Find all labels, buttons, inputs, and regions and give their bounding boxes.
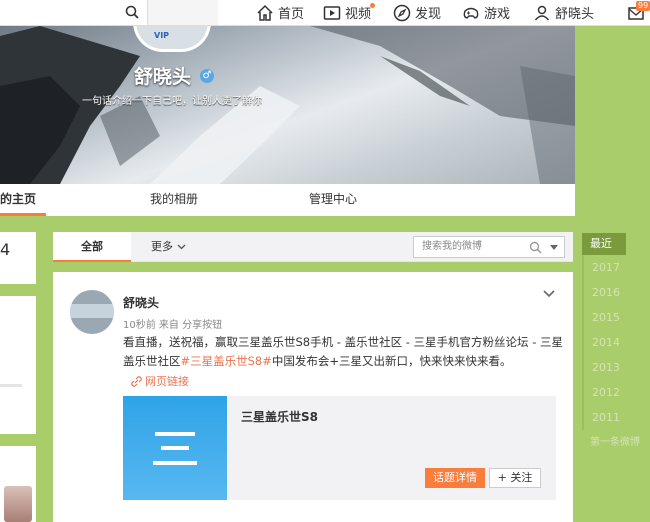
divider <box>0 384 22 387</box>
topic-icon <box>153 432 197 465</box>
nav-profile[interactable]: 舒晓头 <box>533 0 594 25</box>
post-hashtag[interactable]: #三星盖乐世S8# <box>181 354 272 368</box>
timeline-year-2016[interactable]: 2016 <box>582 280 642 305</box>
top-navigation-bar: 首页 视频 发现 游戏 舒晓头 99 <box>0 0 650 26</box>
timeline-recent[interactable]: 最近 <box>582 233 626 255</box>
nav-video[interactable]: 视频 <box>323 0 375 25</box>
search-icon[interactable] <box>125 5 139 19</box>
timeline-year-2013[interactable]: 2013 <box>582 355 642 380</box>
web-link-label: 网页链接 <box>145 375 189 388</box>
male-gender-icon: ♂ <box>200 69 214 83</box>
feed-search-input[interactable]: 搜索我的微博 <box>413 236 565 258</box>
home-icon <box>257 4 273 21</box>
follow-button[interactable]: + 关注 <box>489 468 541 488</box>
nav-messages[interactable]: 99 <box>627 0 650 25</box>
timeline-year-2011[interactable]: 2011 <box>582 405 642 430</box>
tab-my-home[interactable]: 的主页 <box>0 184 46 216</box>
chevron-down-icon[interactable] <box>543 290 555 298</box>
profile-cover: VIP 舒晓头 ♂ 一句话介绍一下自己吧，让别人更了解你 <box>0 26 575 184</box>
search-icon[interactable] <box>529 241 542 254</box>
game-icon <box>463 7 479 19</box>
year-timeline: 最近 2017 2016 2015 2014 2013 2012 2011 第一… <box>582 233 642 455</box>
feed-post: 舒晓头 10秒前 来自 分享按钮 看直播，送祝福，赢取三星盖乐世S8手机 - 盖… <box>53 272 573 522</box>
nav-profile-label: 舒晓头 <box>555 7 595 22</box>
timeline-first-post[interactable]: 第一条微博 <box>582 430 642 455</box>
notification-dot <box>370 3 375 8</box>
topic-card[interactable]: 三星盖乐世S8 话题详情 + 关注 <box>123 396 556 500</box>
nav-game[interactable]: 游戏 <box>462 0 510 25</box>
profile-intro[interactable]: 一句话介绍一下自己吧，让别人更了解你 <box>82 92 262 107</box>
profile-tab-bar: 的主页 我的相册 管理中心 <box>0 184 575 216</box>
post-meta: 10秒前 来自 分享按钮 <box>123 320 223 331</box>
tab-my-album[interactable]: 我的相册 <box>150 184 198 216</box>
nav-discover[interactable]: 发现 <box>393 0 441 25</box>
post-author-name[interactable]: 舒晓头 <box>123 294 159 311</box>
info-card <box>0 296 36 434</box>
caret-down-icon[interactable] <box>550 245 558 250</box>
timeline-year-2014[interactable]: 2014 <box>582 330 642 355</box>
nav-video-label: 视频 <box>345 7 372 22</box>
web-link[interactable]: 网页链接 <box>131 373 189 389</box>
timeline-year-2017[interactable]: 2017 <box>582 255 642 280</box>
topic-card-title[interactable]: 三星盖乐世S8 <box>241 408 318 425</box>
user-icon <box>534 5 550 20</box>
tab-management-center[interactable]: 管理中心 <box>309 184 357 216</box>
global-search-input[interactable] <box>0 0 148 25</box>
feed-search-placeholder: 搜索我的微博 <box>422 241 482 252</box>
photo-card <box>0 446 36 522</box>
nav-home-label: 首页 <box>278 7 305 22</box>
nav-home[interactable]: 首页 <box>256 0 304 25</box>
post-text-tail: 中国发布会+三星又出新口，快来快来快来看。 <box>271 354 512 368</box>
chevron-down-icon <box>177 244 186 250</box>
nav-game-label: 游戏 <box>484 7 511 22</box>
topic-card-thumbnail <box>123 396 227 500</box>
filter-all-tab[interactable]: 全部 <box>53 232 131 262</box>
video-icon <box>323 5 341 20</box>
post-author-avatar[interactable] <box>70 290 114 334</box>
photo-thumbnail[interactable] <box>4 486 32 522</box>
message-count-badge: 99 <box>636 1 650 11</box>
compass-icon <box>393 4 411 21</box>
link-icon <box>131 375 142 387</box>
search-suggestion-area <box>148 0 218 25</box>
stats-card: 4 <box>0 232 36 284</box>
feed-filter-bar: 全部 更多 搜索我的微博 <box>53 232 573 262</box>
nav-discover-label: 发现 <box>415 7 442 22</box>
stat-count[interactable]: 4 <box>0 240 10 259</box>
profile-name: 舒晓头 <box>134 66 192 88</box>
post-text: 看直播，送祝福，赢取三星盖乐世S8手机 - 盖乐世社区 - 三星手机官方粉丝论坛… <box>123 333 563 371</box>
timeline-year-2012[interactable]: 2012 <box>582 380 642 405</box>
topic-detail-button[interactable]: 话题详情 <box>425 468 485 488</box>
filter-more-dropdown[interactable]: 更多 <box>151 232 186 262</box>
timeline-year-2015[interactable]: 2015 <box>582 305 642 330</box>
filter-more-label: 更多 <box>151 240 173 253</box>
avatar-badge-text: VIP <box>154 31 170 40</box>
